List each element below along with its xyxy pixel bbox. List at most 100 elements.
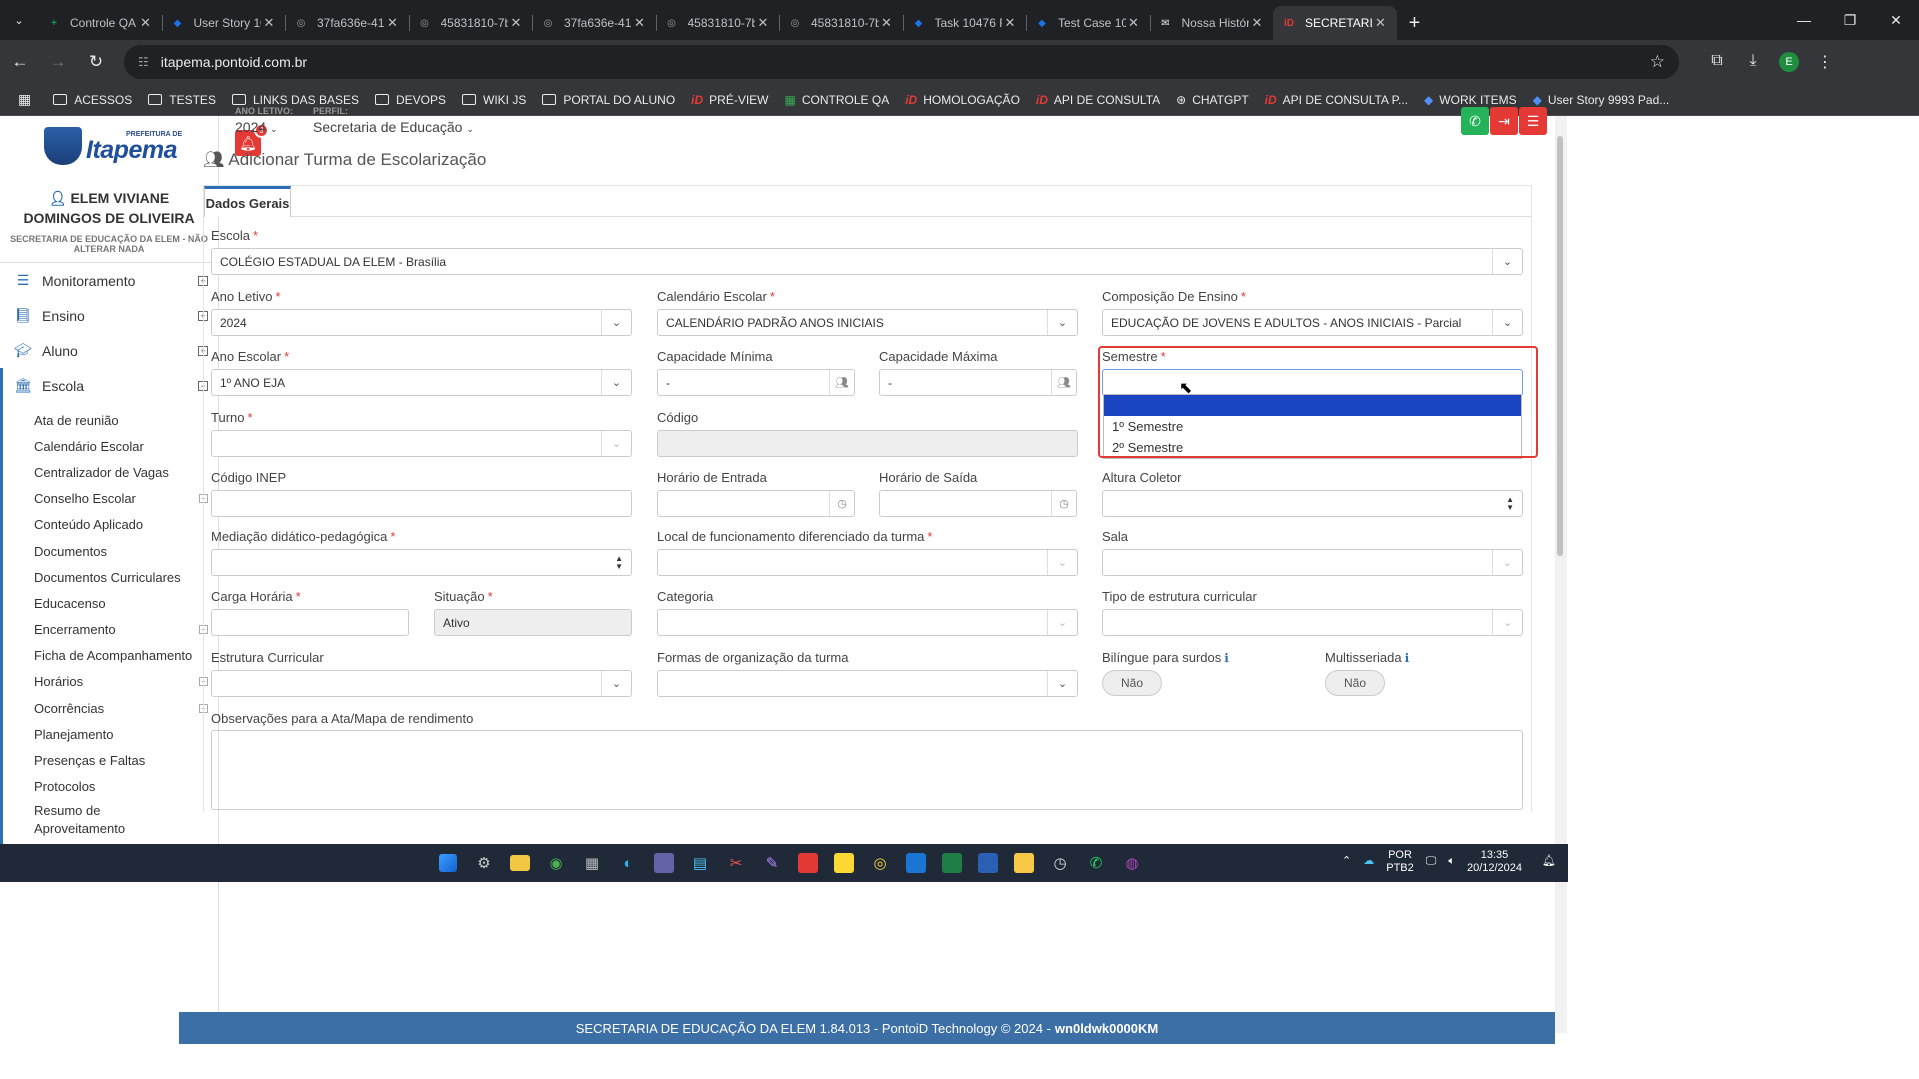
back-icon[interactable]: ← [2,44,38,80]
sticky-notes-icon[interactable] [826,849,862,877]
composicao-input[interactable]: EDUCAÇÃO DE JOVENS E ADULTOS - ANOS INIC… [1102,309,1523,336]
semestre-option[interactable]: 1º Semestre [1104,416,1521,437]
sidebar-item-aluno[interactable]: 🎓︎ Aluno + [0,333,218,368]
bookmark-item[interactable]: WIKI JS [454,93,534,107]
close-tab-icon[interactable]: ✕ [261,15,277,31]
semestre-option[interactable] [1104,395,1521,416]
sidebar-subitem[interactable]: Encerramento + [3,617,218,643]
chevron-down-icon[interactable]: ⌄ [601,671,631,696]
forward-icon[interactable]: → [40,44,76,80]
browser-menu-icon[interactable]: ⋮ [1807,52,1843,72]
file-explorer-icon[interactable] [502,849,538,877]
bookmark-star-icon[interactable]: ☆ [1650,52,1665,72]
spinner-arrows-icon[interactable]: ▲ ▼ [615,555,623,571]
estrutura-input[interactable]: ⌄ [211,670,632,697]
chevron-down-icon[interactable]: ⌄ [1492,249,1522,274]
snipping-tool-icon[interactable]: ✂ [718,849,754,877]
close-tab-icon[interactable]: ✕ [385,15,401,31]
chevron-down-icon[interactable]: ⌄ [601,310,631,335]
browser-tab[interactable]: ◆ Task 10476 Ren✕ [902,6,1027,40]
excel-icon[interactable] [934,849,970,877]
sidebar-subitem[interactable]: Conselho Escolar + [3,486,218,512]
browser-tab[interactable]: ◆ User Story 100✕ [161,6,286,40]
close-tab-icon[interactable]: ✕ [1249,15,1265,31]
bookmark-item[interactable]: ◆ WORK ITEMS [1416,93,1525,107]
info-icon[interactable]: ℹ [1405,651,1410,665]
teams-icon[interactable] [646,849,682,877]
calendario-input[interactable]: CALENDÁRIO PADRÃO ANOS INICIAIS ⌄ [657,309,1078,336]
bookmark-item[interactable]: ◆ User Story 9993 Pad... [1525,93,1678,107]
page-scrollbar[interactable] [1555,116,1567,1033]
chrome-icon[interactable]: ◉ [538,849,574,877]
app-yellow-icon[interactable]: ◎ [862,849,898,877]
sidebar-subitem[interactable]: Documentos Curriculares [3,564,218,590]
chevron-down-icon[interactable]: ⌄ [1047,610,1077,635]
sidebar-subitem[interactable]: Planejamento [3,721,218,747]
sidebar-subitem[interactable]: Centralizador de Vagas [3,459,218,485]
reload-icon[interactable]: ↻ [78,44,114,80]
tab-search-icon[interactable]: ⌄ [0,0,38,40]
browser-tab[interactable]: ◎ 45831810-7b9✕ [779,6,903,40]
chevron-down-icon[interactable]: ⌄ [601,431,631,456]
bookmark-item[interactable]: iD HOMOLOGAÇÃO [897,93,1028,107]
sidebar-subitem[interactable]: Ficha de Acompanhamento [3,643,218,669]
sidebar-subitem[interactable]: Calendário Escolar [3,433,218,459]
carga-horaria-input[interactable] [211,609,409,636]
info-icon[interactable]: ℹ [1224,651,1229,665]
chevron-down-icon[interactable]: ⌄ [1047,310,1077,335]
chevron-down-icon[interactable]: ⌄ [1492,550,1522,575]
outlook-icon[interactable] [898,849,934,877]
bookmark-item[interactable]: ▦ CONTROLE QA [777,93,898,107]
sidebar-subitem[interactable]: Educacenso [3,590,218,616]
ano-escolar-input[interactable]: 1º ANO EJA ⌄ [211,369,632,396]
word-icon[interactable] [970,849,1006,877]
browser-tab[interactable]: + Controle QA - ✕ [38,6,162,40]
bookmark-item[interactable]: LINKS DAS BASES [224,93,367,107]
close-window-icon[interactable]: ✕ [1873,0,1919,40]
altura-coletor-input[interactable]: ▲ ▼ [1102,490,1523,517]
bookmark-item[interactable]: ⊛ CHATGPT [1168,93,1257,107]
sidebar-subitem[interactable]: Protocolos [3,774,218,800]
browser-tab[interactable]: ✉ Nossa História✕ [1149,6,1274,40]
notification-center-icon[interactable]: 🔔︎ [1542,855,1556,868]
semestre-input[interactable] [1102,369,1523,396]
browser-tab[interactable]: ◎ 37fa636e-413c✕ [532,6,656,40]
close-tab-icon[interactable]: ✕ [138,15,154,31]
sidebar-subitem[interactable]: Horários + [3,669,218,695]
tab-dados-gerais[interactable]: Dados Gerais [204,186,291,217]
bookmark-item[interactable]: TESTES [140,93,224,107]
close-tab-icon[interactable]: ✕ [1002,15,1018,31]
spinner-arrows-icon[interactable]: ▲ ▼ [1506,496,1514,512]
categoria-input[interactable]: ⌄ [657,609,1078,636]
hora-entrada-input[interactable]: ◷ [657,490,855,517]
clock-app-icon[interactable]: ◷ [1042,849,1078,877]
close-tab-icon[interactable]: ✕ [755,15,771,31]
apps-grid-icon[interactable]: ▦ [0,91,45,108]
language-indicator[interactable]: POR PTB2 [1386,849,1414,875]
whatsapp-taskbar-icon[interactable]: ✆ [1078,849,1114,877]
menu-button[interactable]: ☰ [1519,107,1547,135]
app-icon[interactable] [790,849,826,877]
minimize-icon[interactable]: — [1781,0,1827,40]
mediacao-input[interactable]: ▲ ▼ [211,549,632,576]
browser-tab[interactable]: ◎ 45831810-7b9✕ [655,6,780,40]
semestre-option[interactable]: 2º Semestre [1104,437,1521,458]
start-icon[interactable] [430,849,466,877]
sidebar-item-monitoramento[interactable]: ☰ Monitoramento + [0,263,218,298]
chevron-down-icon[interactable]: ⌄ [1047,550,1077,575]
escola-input[interactable]: COLÉGIO ESTADUAL DA ELEM - Brasília ⌄ [211,248,1523,275]
browser-tab[interactable]: ◎ 45831810-7b9✕ [408,6,533,40]
settings-icon[interactable]: ⚙ [466,849,502,877]
bookmark-item[interactable]: iD API DE CONSULTA [1028,93,1168,107]
sidebar-subitem[interactable]: Presenças e Faltas [3,747,218,773]
tipo-estrutura-input[interactable]: ⌄ [1102,609,1523,636]
itapema-logo[interactable]: PREFEITURA DE Itapema [0,116,218,176]
close-tab-icon[interactable]: ✕ [879,15,895,31]
onedrive-icon[interactable]: ☁ [1363,855,1374,868]
calculator-icon[interactable]: ▦ [574,849,610,877]
restore-icon[interactable]: ❐ [1827,0,1873,40]
local-func-input[interactable]: ⌄ [657,549,1078,576]
chevron-down-icon[interactable]: ⌄ [1047,671,1077,696]
chevron-down-icon[interactable]: ⌄ [601,370,631,395]
close-tab-icon[interactable]: ✕ [1126,15,1142,31]
